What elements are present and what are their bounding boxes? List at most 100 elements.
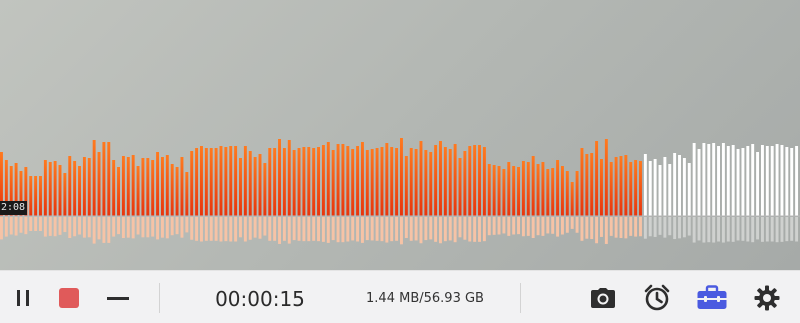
waveform-reflection-bar [160,217,164,238]
waveform-bar [390,147,394,216]
waveform-reflection-bar [721,217,725,243]
waveform-bar [297,148,301,216]
waveform-reflection-bar [468,217,472,242]
waveform-reflection-bar [73,217,77,237]
waveform-reflection-bar [736,217,740,241]
waveform-reflection [0,217,799,245]
waveform-bar [673,153,677,216]
waveform-bar [82,157,86,216]
waveform-bar [473,145,477,216]
waveform-reflection-bar [190,217,194,240]
waveform-bar [780,145,784,216]
waveform-bar [531,156,535,216]
waveform-reflection-bar [648,217,652,237]
waveform-reflection-bar [121,217,125,238]
elapsed-time: 00:00:15 [215,287,305,311]
waveform-bar [278,139,281,216]
waveform-bar [39,176,42,216]
waveform-bar [219,146,223,216]
waveform-reflection-bar [595,217,599,244]
waveform-bar [180,157,184,216]
waveform-bar [58,165,62,216]
waveform-bar [658,165,662,216]
screenshot-button[interactable] [588,284,618,312]
waveform-reflection-bar [282,217,286,241]
minimize-button[interactable] [104,286,132,310]
waveform-reflection-bar [48,217,52,236]
waveform-reflection-bar [180,217,184,238]
waveform-reflection-bar [19,217,23,233]
audio-waveform-visualizer: 2:08 [0,0,800,270]
waveform-bar [502,169,506,216]
waveform-reflection-bar [360,217,364,243]
settings-button[interactable] [752,283,782,313]
waveform-bar [682,158,686,216]
waveform-reflection-bar [214,217,218,241]
task-schedule-button[interactable] [642,283,672,313]
waveform-reflection-bar [268,217,272,241]
waveform-bar [424,150,428,216]
waveform-bar [600,159,603,216]
waveform-reflection-bar [292,217,296,241]
waveform-reflection-bar [487,217,491,236]
waveform-bar [478,145,481,216]
waveform-bar [395,148,399,216]
waveform-reflection-bar [604,217,608,244]
waveform-reflection-bar [175,217,179,235]
waveform-bar [624,155,628,216]
waveform-reflection-bar [0,217,3,240]
waveform-reflection-bar [385,217,389,243]
waveform-reflection-bar [273,217,277,241]
waveform-reflection-bar [395,217,399,241]
waveform-reflection-bar [746,217,750,242]
waveform-bar [351,149,355,216]
waveform-bar [439,141,442,216]
waveform-reflection-bar [517,217,520,235]
waveform-bar [458,158,462,216]
waveform-bar [551,168,555,216]
waveform-bar [521,161,525,216]
waveform-reflection-bar [439,217,442,244]
waveform-reflection-bar [97,217,101,240]
waveform-reflection-bar [34,217,38,231]
waveform-reflection-bar [600,217,603,237]
waveform-bar [760,145,764,216]
stop-button[interactable] [57,286,81,310]
waveform-bar [185,172,189,216]
waveform-reflection-bar [712,217,716,243]
waveform-bar [331,150,335,216]
waveform-reflection-bar [156,217,160,240]
waveform-reflection-bar [170,217,174,236]
waveform-bar [614,157,618,216]
waveform-bar [243,146,247,216]
waveform-bar [121,156,125,216]
waveform-bar [785,147,789,216]
waveform-bar [282,148,286,216]
waveform-bar [707,144,711,216]
waveform-bar [365,150,369,216]
waveform-bar [68,156,72,216]
waveform-bar [73,161,77,216]
stop-icon [59,288,79,308]
waveform-reflection-bar [556,217,560,237]
waveform-reflection-bar [243,217,247,242]
waveform-reflection-bar [341,217,345,243]
waveform-bar [419,141,423,216]
waveform-reflection-bar [482,217,486,242]
waveform-reflection-bar [463,217,467,240]
waveform-reflection-bar [609,217,613,236]
waveform-bar [253,157,257,216]
toolbox-button[interactable] [695,283,729,313]
waveform-reflection-bar [68,217,72,238]
waveform-reflection-bar [239,217,242,238]
waveform-graphic [0,138,800,245]
waveform-bar [653,159,657,216]
waveform-bar [429,152,433,216]
pause-button[interactable] [10,285,36,311]
waveform-bar [53,161,57,216]
waveform-bar [629,162,633,216]
waveform-bar [170,164,174,216]
waveform-bar [580,148,584,216]
waveform-reflection-bar [126,217,130,238]
waveform-bar [575,171,579,216]
